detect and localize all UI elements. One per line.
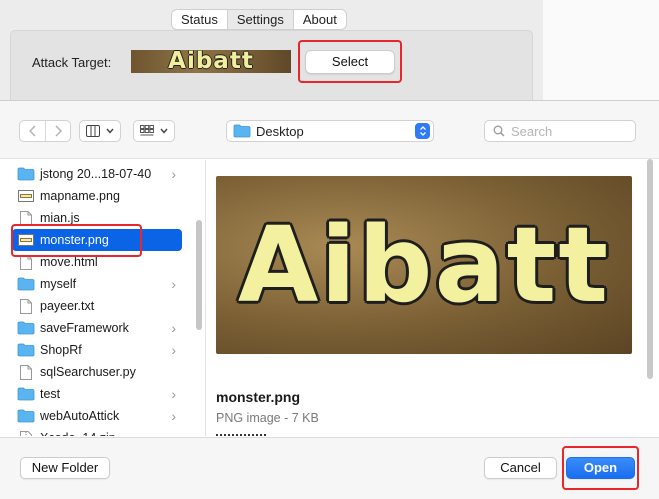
chevron-right-icon (55, 125, 62, 137)
chevron-right-icon: › (171, 342, 176, 358)
folder-icon (16, 342, 36, 358)
columns-view-icon (86, 125, 100, 137)
file-name: webAutoAttick (40, 409, 120, 423)
file-name: move.html (40, 255, 98, 269)
document-icon (16, 210, 36, 226)
folder-icon (16, 320, 36, 336)
open-button[interactable]: Open (566, 457, 635, 479)
attack-target-label: Attack Target: (32, 55, 112, 70)
back-button[interactable] (20, 121, 45, 141)
document-icon (16, 298, 36, 314)
file-list[interactable]: jstong 20...18-07-40 › mapname.png mian.js m… (0, 160, 206, 436)
back-forward-control (19, 120, 71, 142)
chevron-down-icon (106, 128, 114, 134)
file-name: mapname.png (40, 189, 120, 203)
location-popup[interactable]: Desktop (226, 120, 434, 142)
folder-icon (16, 386, 36, 402)
preview-image-text: Aibatt (237, 204, 611, 326)
chevron-down-icon (160, 128, 168, 134)
chevron-right-icon: › (171, 276, 176, 292)
popup-stepper-icon (415, 123, 430, 139)
file-name: saveFramework (40, 321, 129, 335)
document-icon (16, 254, 36, 270)
tab-bar: Status Settings About (171, 9, 347, 30)
file-list-item[interactable]: saveFramework › (12, 317, 182, 339)
file-name: mian.js (40, 211, 80, 225)
file-name: test (40, 387, 61, 401)
file-list-item[interactable]: mian.js (12, 207, 182, 229)
tab-status[interactable]: Status (172, 10, 228, 29)
file-name: sqlSearchuser.py (40, 365, 136, 379)
open-dialog: Desktop jstong 20...18-07-40 › mapname.png… (0, 100, 659, 499)
folder-icon (16, 408, 36, 424)
folder-icon (233, 124, 251, 138)
file-list-item[interactable]: ShopRf › (12, 339, 182, 361)
file-list-item[interactable]: test › (12, 383, 182, 405)
file-list-item[interactable]: webAutoAttick › (12, 405, 182, 427)
chevron-right-icon: › (171, 386, 176, 402)
grid-icon (140, 125, 154, 136)
select-button[interactable]: Select (305, 50, 395, 74)
group-by-button[interactable] (133, 120, 175, 142)
forward-button[interactable] (45, 121, 70, 141)
folder-icon (16, 276, 36, 292)
search-field[interactable] (484, 120, 636, 142)
tab-about[interactable]: About (294, 10, 346, 29)
preview-file-name: monster.png (216, 389, 301, 405)
archive-icon (16, 430, 36, 436)
cancel-button[interactable]: Cancel (484, 457, 557, 479)
search-icon (493, 125, 505, 137)
preview-file-kind: PNG image - 7 KB (216, 411, 319, 425)
document-icon (16, 364, 36, 380)
attack-target-image-text: Aibatt (168, 50, 254, 73)
dialog-bottom-bar: New Folder Cancel Open (0, 437, 659, 499)
file-name: monster.png (40, 233, 109, 247)
desktop-area (543, 0, 659, 100)
file-list-item[interactable]: payeer.txt (12, 295, 182, 317)
attack-target-image: Aibatt (131, 50, 291, 73)
file-list-scroll-thumb[interactable] (196, 220, 202, 330)
file-name: ShopRf (40, 343, 82, 357)
file-list-item[interactable]: Xcode_14.zip (12, 427, 182, 436)
file-list-item[interactable]: mapname.png (12, 185, 182, 207)
preview-image: Aibatt (216, 176, 632, 354)
dialog-toolbar: Desktop (0, 101, 659, 159)
view-mode-button[interactable] (79, 120, 121, 142)
file-list-scrollbar[interactable] (193, 160, 205, 436)
file-name: jstong 20...18-07-40 (40, 167, 152, 181)
file-name: Xcode_14.zip (40, 431, 116, 436)
image-file-icon (16, 188, 36, 204)
file-list-item[interactable]: jstong 20...18-07-40 › (12, 163, 182, 185)
folder-icon (16, 166, 36, 182)
file-list-item[interactable]: monster.png (12, 229, 182, 251)
chevron-right-icon: › (171, 166, 176, 182)
tab-settings[interactable]: Settings (227, 10, 294, 29)
new-folder-button[interactable]: New Folder (20, 457, 110, 479)
file-name: myself (40, 277, 77, 291)
search-input[interactable] (511, 123, 621, 139)
column-divider[interactable] (205, 160, 206, 436)
file-list-item[interactable]: myself › (12, 273, 182, 295)
chevron-right-icon: › (171, 320, 176, 336)
file-name: payeer.txt (40, 299, 95, 313)
chevron-left-icon (28, 125, 36, 137)
chevron-right-icon: › (171, 408, 176, 424)
preview-scrollbar[interactable] (647, 159, 653, 379)
file-list-item[interactable]: move.html (12, 251, 182, 273)
location-label: Desktop (256, 123, 304, 139)
file-list-item[interactable]: sqlSearchuser.py (12, 361, 182, 383)
image-file-icon (16, 232, 36, 248)
